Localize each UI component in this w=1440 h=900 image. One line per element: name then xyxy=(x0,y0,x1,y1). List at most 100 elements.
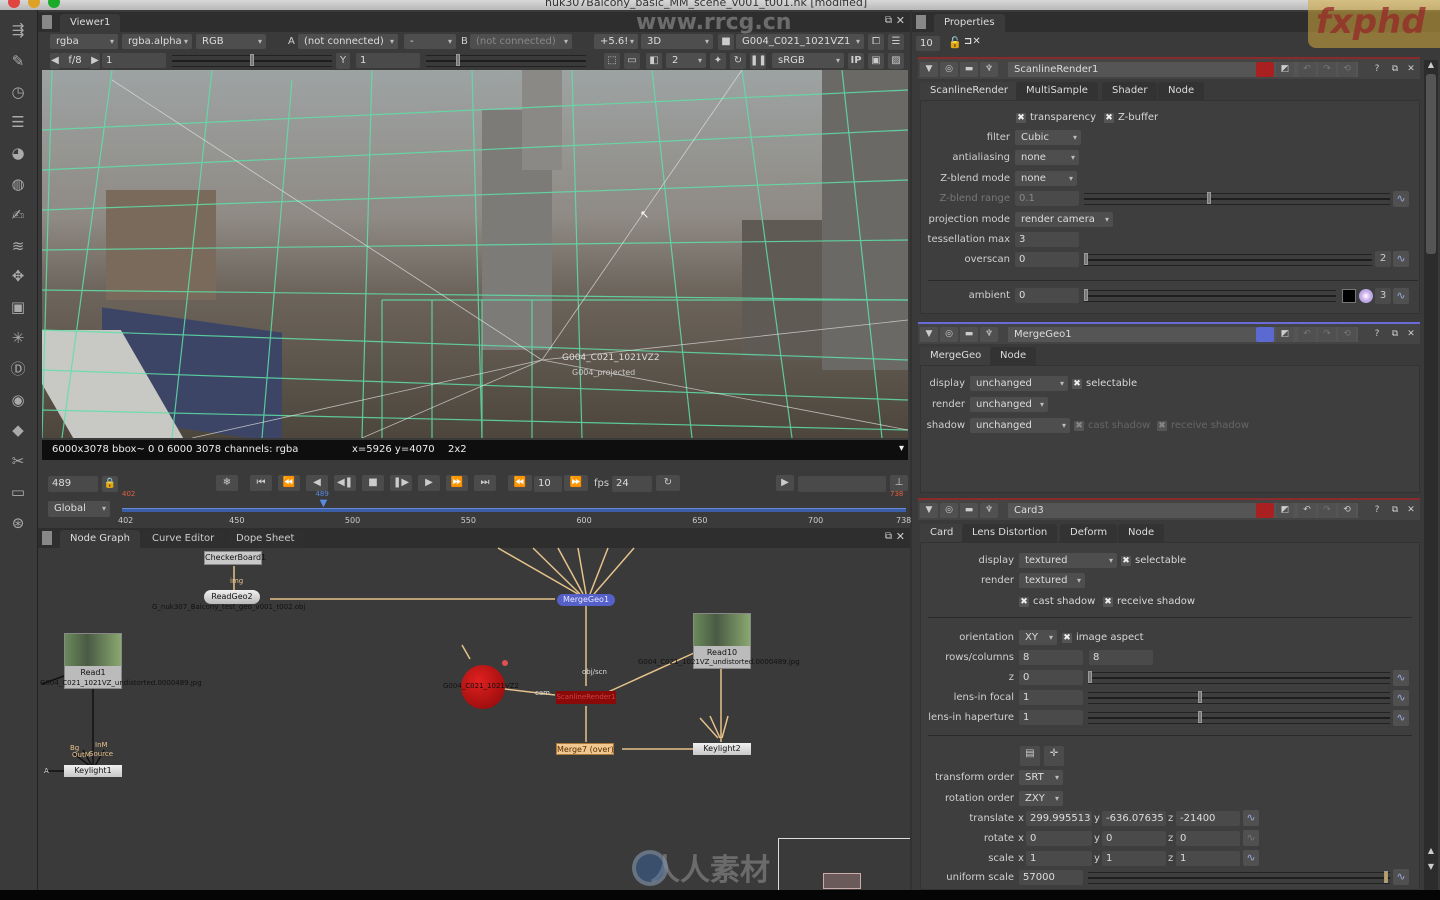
timeline-mode-icon[interactable]: ⊥ xyxy=(890,475,908,491)
loop-mode-icon[interactable]: ↻ xyxy=(656,475,680,491)
settings-icon[interactable]: ♆ xyxy=(980,62,998,77)
node-color-icon[interactable] xyxy=(1256,503,1274,518)
revert-icon[interactable]: ⟲ xyxy=(1338,62,1356,77)
info-expand-icon[interactable]: ▾ xyxy=(899,443,904,454)
ambient-slider[interactable] xyxy=(1084,289,1336,302)
max-panels-field[interactable]: 10 xyxy=(916,36,940,51)
overlay-icon[interactable]: ▣ xyxy=(868,53,884,69)
toolsets-icon[interactable]: ▭ xyxy=(8,482,28,502)
properties-scrollbar[interactable]: ▲ ▲ ▼ xyxy=(1424,60,1438,890)
lens-in-focal-field[interactable]: 1 xyxy=(1019,690,1083,705)
scroll-up-icon[interactable]: ▲ xyxy=(1425,846,1437,858)
skip-forward-button[interactable]: ⏩ xyxy=(564,475,588,491)
refresh-icon[interactable]: ✦ xyxy=(710,53,726,69)
node-color-icon[interactable] xyxy=(1256,327,1274,342)
scale-x-field[interactable]: 1 xyxy=(1026,851,1092,866)
center-node-icon[interactable]: ◎ xyxy=(940,327,958,342)
wipe-icon[interactable]: ◧ xyxy=(646,53,662,69)
fstop-prev-button[interactable]: ◀ xyxy=(50,53,60,69)
scroll-down-icon[interactable]: ▼ xyxy=(1425,862,1437,874)
input-b-dropdown[interactable]: (not connected) xyxy=(470,34,572,49)
prev-frame-button[interactable]: ◀ xyxy=(306,475,328,491)
flipbook-icon[interactable]: ▶ xyxy=(776,475,794,491)
float-panel-icon[interactable]: ⧉ xyxy=(885,15,892,26)
close-panel-icon[interactable]: ✕ xyxy=(896,14,905,27)
display-dropdown[interactable]: textured xyxy=(1019,553,1117,568)
overscan-dims-button[interactable]: 2 xyxy=(1375,251,1391,267)
fit-bbox-icon[interactable]: ⧠ xyxy=(868,34,884,50)
collapse-icon[interactable]: ▼ xyxy=(920,327,938,342)
input-process-button[interactable]: IP xyxy=(848,53,864,69)
range-mode-dropdown[interactable]: Global xyxy=(48,501,110,517)
minimize-window-button[interactable] xyxy=(28,0,40,8)
collapse-icon[interactable]: ▼ xyxy=(920,62,938,77)
node-keylight1[interactable]: Keylight1 xyxy=(64,765,122,777)
pause-icon[interactable]: ❚❚ xyxy=(750,53,767,69)
overscan-slider[interactable] xyxy=(1084,253,1372,266)
help-icon[interactable]: ? xyxy=(1368,503,1386,518)
camera-dropdown[interactable]: G004_C021_1021VZ1 xyxy=(736,34,864,49)
input-view-icon[interactable]: ▬ xyxy=(960,503,978,518)
views-icon[interactable]: ◉ xyxy=(8,390,28,410)
redo-icon[interactable]: ↷ xyxy=(1318,327,1336,342)
orientation-dropdown[interactable]: XY xyxy=(1019,630,1057,645)
playhead-marker[interactable]: ▼ xyxy=(317,498,329,510)
scale-z-field[interactable]: 1 xyxy=(1176,851,1240,866)
selectable-checkbox[interactable]: ✖ selectable xyxy=(1072,378,1137,389)
close-icon[interactable]: ✕ xyxy=(1402,327,1420,342)
rotate-x-field[interactable]: 0 xyxy=(1026,831,1092,846)
animation-menu-icon[interactable]: ∿ xyxy=(1393,288,1409,304)
translate-x-field[interactable]: 299.995513 xyxy=(1026,811,1092,826)
prev-keyframe-button[interactable]: ⏪ xyxy=(278,475,300,491)
undo-icon[interactable]: ↶ xyxy=(1298,503,1316,518)
scroll-up-icon[interactable]: ▲ xyxy=(1425,60,1437,72)
tab-node[interactable]: Node xyxy=(1118,524,1165,542)
cast-shadow-checkbox[interactable]: ✖ cast shadow xyxy=(1019,596,1095,607)
gamma-field[interactable]: 1 xyxy=(356,53,420,68)
keyer-icon[interactable]: ✍ xyxy=(8,205,28,225)
stop-button[interactable]: ■ xyxy=(362,475,384,491)
z-slider[interactable] xyxy=(1088,671,1390,684)
gain-slider[interactable] xyxy=(172,54,332,67)
transparency-checkbox[interactable]: ✖ transparency xyxy=(1016,112,1096,123)
node-scanlinerender1[interactable]: ScanlineRender1 xyxy=(556,691,616,704)
lut-dropdown[interactable]: sRGB xyxy=(772,53,844,68)
tab-shader[interactable]: Shader xyxy=(1102,82,1158,100)
tab-node[interactable]: Node xyxy=(1158,82,1205,100)
gain-display-dropdown[interactable]: +5.6! xyxy=(594,34,638,49)
antialiasing-dropdown[interactable]: none xyxy=(1015,150,1079,165)
render-dropdown[interactable]: textured xyxy=(1019,573,1085,588)
alpha-channel-dropdown[interactable]: rgba.alpha xyxy=(122,34,192,49)
tab-viewer1[interactable]: Viewer1 xyxy=(60,14,121,32)
center-node-icon[interactable]: ◎ xyxy=(940,62,958,77)
animation-menu-icon[interactable]: ∿ xyxy=(1393,690,1409,706)
axis-handle-icon[interactable]: ✛ xyxy=(1044,746,1064,766)
lens-in-haperture-field[interactable]: 1 xyxy=(1019,710,1083,725)
animation-menu-icon[interactable]: ∿ xyxy=(1243,850,1259,866)
overscan-field[interactable]: 0 xyxy=(1015,252,1079,267)
panel-menu-icon[interactable] xyxy=(42,15,52,29)
render-dropdown[interactable]: unchanged xyxy=(970,397,1048,412)
transform-icon[interactable]: ✥ xyxy=(8,266,28,286)
rotation-order-dropdown[interactable]: ZXY xyxy=(1019,791,1063,806)
checker-icon[interactable]: ▨ xyxy=(888,53,904,69)
tab-properties[interactable]: Properties xyxy=(934,14,1005,32)
image-aspect-checkbox[interactable]: ✖ image aspect xyxy=(1062,632,1144,643)
display-style-dropdown[interactable]: RGB xyxy=(196,34,266,49)
cast-shadow-checkbox[interactable]: ✖ cast shadow xyxy=(1074,420,1150,431)
node-readgeo2[interactable]: ReadGeo2 xyxy=(204,590,260,604)
scrollbar-thumb[interactable] xyxy=(1426,74,1436,254)
projection-mode-dropdown[interactable]: render camera xyxy=(1015,212,1113,227)
node-color-icon[interactable] xyxy=(1256,62,1274,77)
shadow-dropdown[interactable]: unchanged xyxy=(970,418,1070,433)
receive-shadow-checkbox[interactable]: ✖ receive shadow xyxy=(1157,420,1249,431)
deep-icon[interactable]: Ⓓ xyxy=(8,359,28,379)
settings-icon[interactable]: ♆ xyxy=(980,503,998,518)
tab-lens-distortion[interactable]: Lens Distortion xyxy=(962,524,1058,542)
gl-color-icon[interactable]: ◩ xyxy=(1276,503,1294,518)
close-window-button[interactable] xyxy=(8,0,20,8)
filter-icon[interactable]: ◍ xyxy=(8,174,28,194)
roi-icon[interactable]: ⬚ xyxy=(604,53,620,69)
tab-deform[interactable]: Deform xyxy=(1060,524,1118,542)
uniform-scale-field[interactable]: 57000 xyxy=(1019,870,1083,885)
